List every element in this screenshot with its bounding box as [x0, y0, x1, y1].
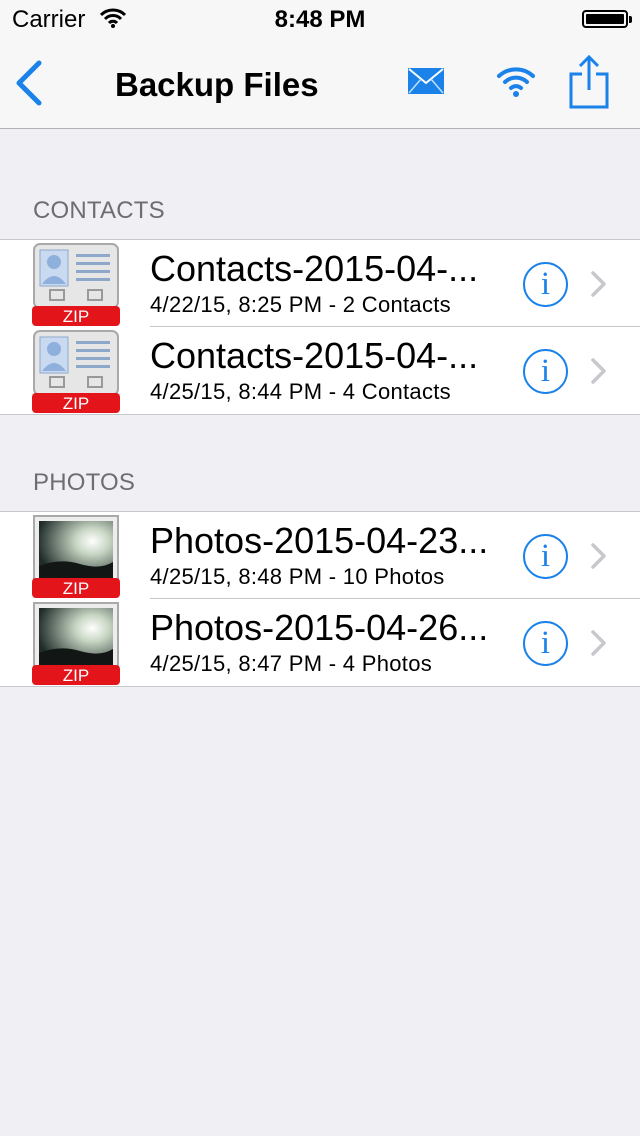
- list-item[interactable]: ZIP Contacts-2015-04-... 4/22/15, 8:25 P…: [0, 240, 640, 327]
- file-title: Contacts-2015-04-...: [150, 248, 479, 289]
- info-icon[interactable]: i: [523, 621, 568, 666]
- list-item[interactable]: ZIP Contacts-2015-04-... 4/25/15, 8:44 P…: [0, 326, 640, 414]
- chevron-right-icon: [591, 271, 606, 297]
- photo-zip-icon: ZIP: [32, 515, 120, 598]
- page-title: Backup Files: [115, 66, 319, 103]
- list-item[interactable]: ZIP Photos-2015-04-23... 4/25/15, 8:48 P…: [0, 512, 640, 599]
- battery-icon: [582, 10, 632, 28]
- status-bar: Carrier 8:48 PM: [0, 0, 640, 40]
- info-icon[interactable]: i: [523, 349, 568, 394]
- zip-badge-label: ZIP: [63, 579, 89, 598]
- contact-zip-icon: ZIP: [32, 243, 120, 326]
- chevron-right-icon: [591, 543, 606, 569]
- photos-group: ZIP Photos-2015-04-23... 4/25/15, 8:48 P…: [0, 511, 640, 687]
- file-title: Photos-2015-04-26...: [150, 607, 489, 648]
- wifi-icon[interactable]: [496, 64, 536, 98]
- contacts-group: ZIP Contacts-2015-04-... 4/22/15, 8:25 P…: [0, 239, 640, 415]
- file-title: Contacts-2015-04-...: [150, 335, 479, 376]
- file-subtitle: 4/22/15, 8:25 PM - 2 Contacts: [150, 292, 451, 317]
- file-subtitle: 4/25/15, 8:47 PM - 4 Photos: [150, 651, 433, 676]
- file-title: Photos-2015-04-23...: [150, 520, 489, 561]
- contact-zip-icon: ZIP: [32, 330, 120, 413]
- clock: 8:48 PM: [274, 6, 366, 33]
- share-icon[interactable]: [568, 54, 610, 110]
- zip-badge-label: ZIP: [63, 307, 89, 326]
- chevron-right-icon: [591, 358, 606, 384]
- info-icon[interactable]: i: [523, 262, 568, 307]
- back-chevron-icon[interactable]: [14, 60, 44, 106]
- zip-badge-label: ZIP: [63, 394, 89, 413]
- photo-zip-icon: ZIP: [32, 602, 120, 685]
- navigation-bar: Backup Files: [0, 40, 640, 129]
- file-subtitle: 4/25/15, 8:48 PM - 10 Photos: [150, 564, 445, 589]
- zip-badge-label: ZIP: [63, 666, 89, 685]
- chevron-right-icon: [591, 630, 606, 656]
- mail-icon[interactable]: [408, 68, 444, 94]
- section-header-photos: PHOTOS: [33, 469, 136, 496]
- list-item[interactable]: ZIP Photos-2015-04-26... 4/25/15, 8:47 P…: [0, 598, 640, 686]
- section-header-contacts: CONTACTS: [33, 197, 165, 224]
- file-subtitle: 4/25/15, 8:44 PM - 4 Contacts: [150, 379, 451, 404]
- info-icon[interactable]: i: [523, 534, 568, 579]
